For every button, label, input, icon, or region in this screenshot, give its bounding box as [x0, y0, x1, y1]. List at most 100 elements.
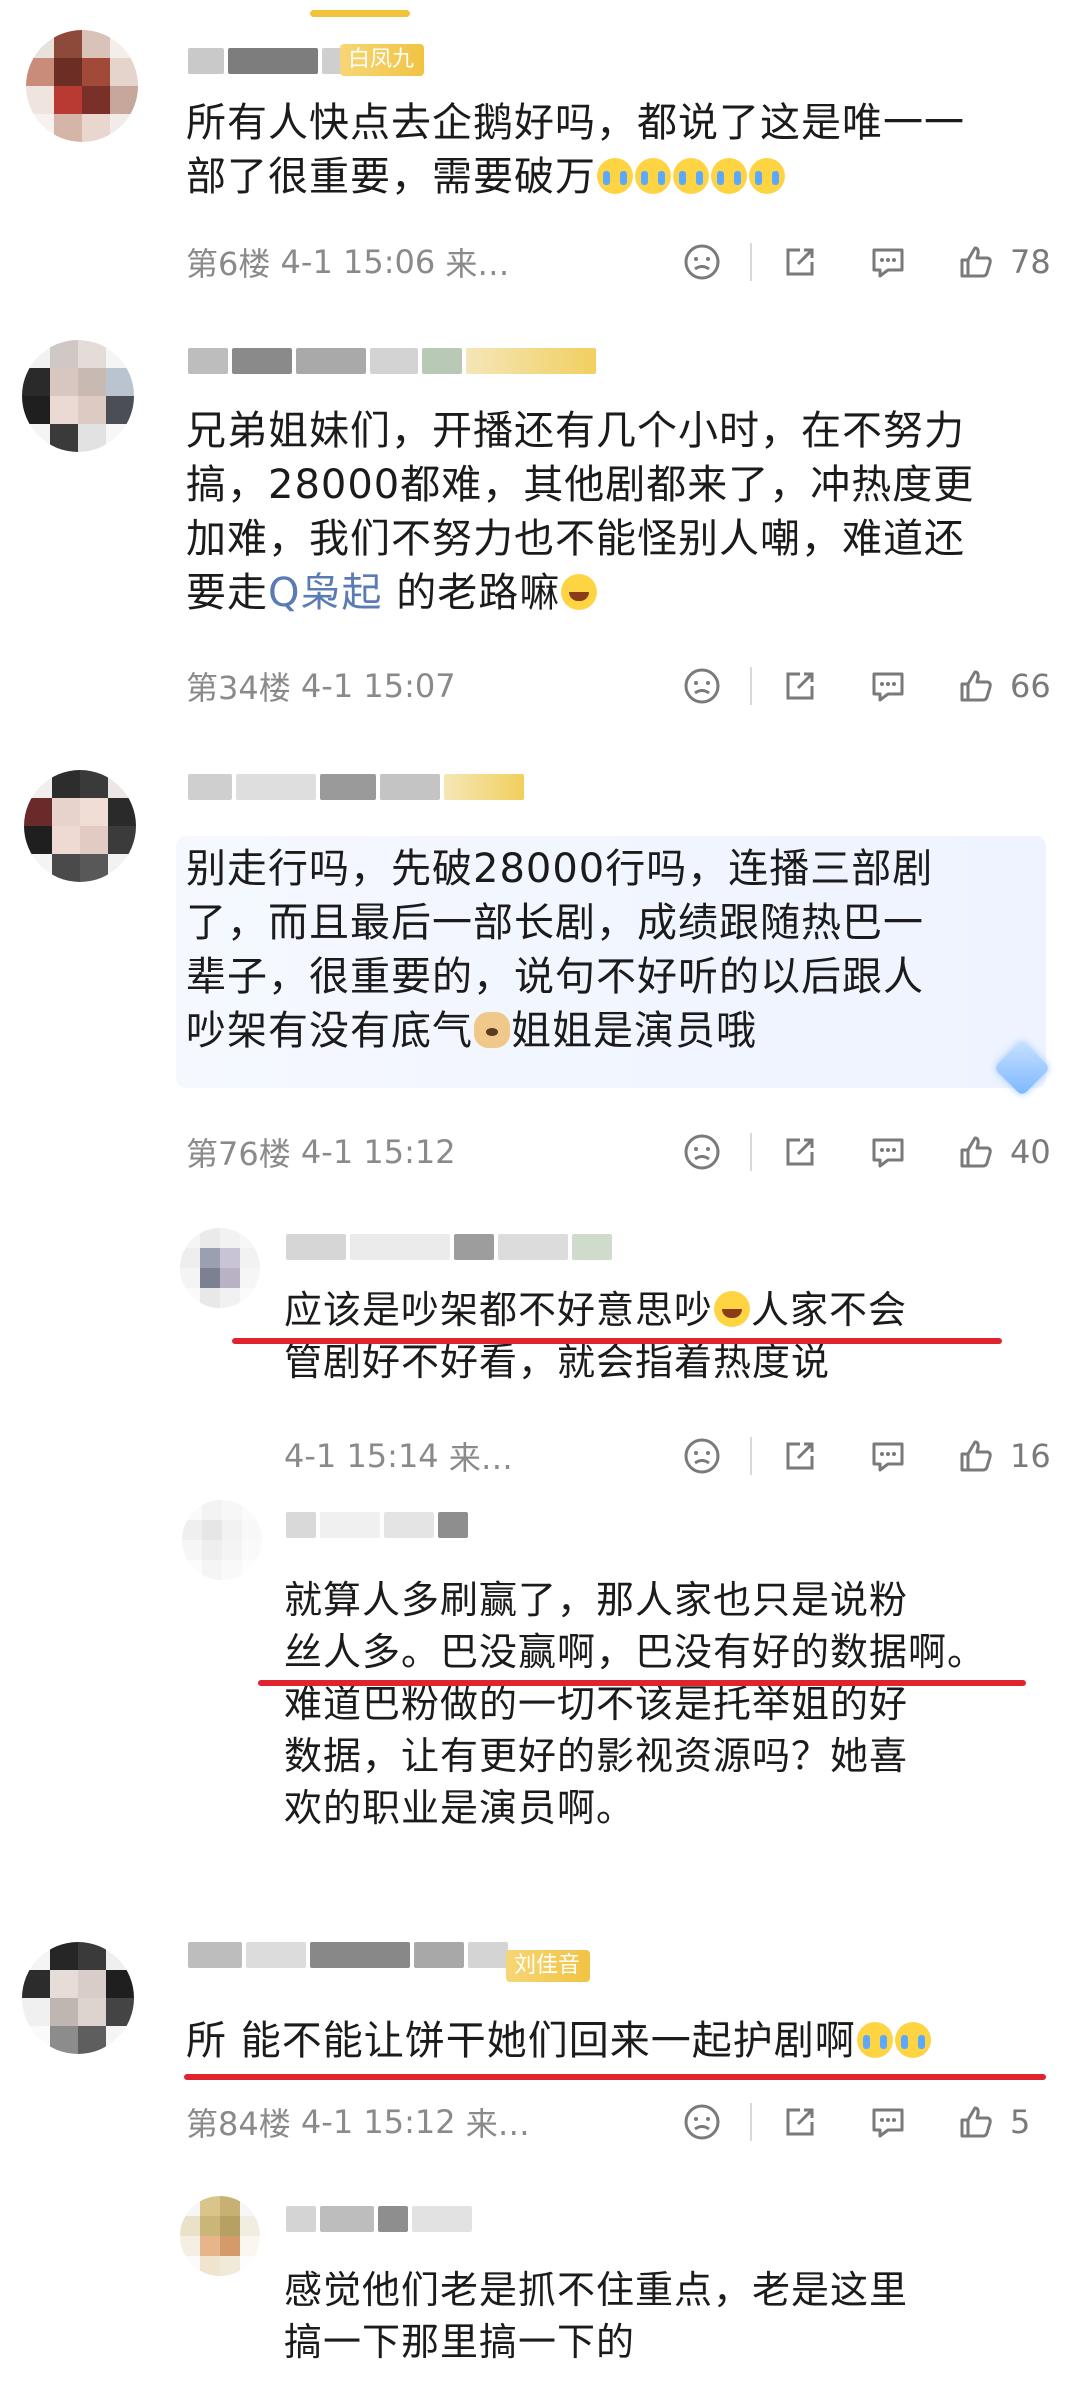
cry-emoji-icon [894, 2022, 931, 2058]
thumbs-up-icon [960, 670, 992, 702]
red-underline-annotation [232, 1338, 1002, 1344]
share-button[interactable] [780, 666, 820, 706]
text-run: 所 能不能让饼干她们回来一起护剧啊 [186, 2018, 856, 2064]
floor-number: 第76楼 [186, 1135, 291, 1173]
comment-meta: 第34楼 4-1 15:07 [186, 664, 456, 708]
username-redacted[interactable] [188, 346, 596, 376]
username-redacted[interactable] [188, 772, 524, 802]
timestamp: 4-1 15:06 [280, 243, 436, 281]
emoji-react-button[interactable] [682, 1132, 722, 1172]
reply-text: 应该是吵架都不好意思吵 人家不会 管剧好不好看，就会指着热度说 [284, 1284, 907, 1388]
reply-actions: 16 [682, 1434, 1054, 1478]
text-run: 就算人多刷赢了，那人家也只是说粉 [284, 1578, 909, 1622]
share-button[interactable] [780, 242, 820, 282]
avatar[interactable] [182, 1500, 262, 1580]
like-count: 16 [1010, 1437, 1051, 1475]
share-icon [786, 248, 814, 276]
cry-emoji-icon [749, 158, 785, 194]
share-button[interactable] [780, 2102, 820, 2142]
red-underline-annotation [258, 1680, 1026, 1686]
like-button[interactable]: 16 [956, 1436, 1054, 1476]
comment-text: 别走行吗，先破28000行吗，连播三部剧 了，而且最后一部长剧，成绩跟随热巴一 辈子… [186, 842, 933, 1058]
reply-button[interactable] [868, 1132, 908, 1172]
username-redacted[interactable] [286, 1232, 612, 1262]
text-line: 辈子，很重要的，说句不好听的以后跟人 [186, 950, 933, 1004]
text-line: 欢的职业是演员啊。 [284, 1782, 986, 1834]
smiley-icon [684, 1438, 720, 1474]
emoji-react-button[interactable] [682, 242, 722, 282]
share-icon [786, 1442, 814, 1470]
text-run: 别走行吗，先破28000行吗，连播三部剧 [186, 846, 934, 892]
text-run: 搞，28000都难，其他剧都来了，冲热度更 [186, 462, 975, 508]
comment-text: 所有人快点去企鹅好吗，都说了这是唯一一 部了很重要，需要破万 [186, 96, 965, 204]
emoji-react-button[interactable] [682, 2102, 722, 2142]
like-button[interactable]: 78 [956, 242, 1054, 282]
reply-meta: 4-1 15:14 来… [284, 1434, 513, 1478]
like-button[interactable]: 66 [956, 666, 1054, 706]
text-line: 所有人快点去企鹅好吗，都说了这是唯一一 [186, 96, 965, 150]
share-icon [786, 672, 814, 700]
text-run: 应该是吵架都不好意思吵 [284, 1288, 714, 1332]
reply-button[interactable] [868, 666, 908, 706]
floor-number: 第84楼 [186, 2105, 291, 2143]
divider [750, 1437, 752, 1475]
text-run: 的老路嘛 [382, 570, 561, 616]
source-label: 来… [448, 1439, 513, 1477]
text-line: 搞，28000都难，其他剧都来了，冲热度更 [186, 458, 974, 512]
comment-icon [872, 2108, 904, 2138]
comment-icon [872, 1138, 904, 1168]
source-label: 来… [465, 2105, 530, 2143]
floor-number: 第6楼 [186, 245, 271, 283]
text-line: 应该是吵架都不好意思吵 人家不会 [284, 1284, 907, 1336]
text-run: 数据，让有更好的影视资源吗？她喜 [284, 1734, 909, 1778]
avatar[interactable] [24, 770, 136, 882]
drag-handle[interactable] [310, 10, 410, 17]
timestamp: 4-1 15:07 [300, 667, 456, 705]
topic-link[interactable]: Q枭起 [268, 570, 382, 616]
username-redacted[interactable] [286, 1510, 468, 1540]
like-button[interactable]: 40 [956, 1132, 1054, 1172]
divider [750, 1133, 752, 1171]
comment-meta: 第84楼 4-1 15:12 来… [186, 2100, 530, 2144]
share-button[interactable] [780, 1436, 820, 1476]
text-run: 部了很重要，需要破万 [186, 154, 596, 200]
smiley-icon [684, 668, 720, 704]
text-run: 所有人快点去企鹅好吗，都说了这是唯一一 [186, 100, 965, 146]
text-run: 要走 [186, 570, 268, 616]
source-label: 来… [445, 245, 510, 283]
emoji-react-button[interactable] [682, 666, 722, 706]
text-line: 吵架有没有底气 姐姐是演员哦 [186, 1004, 933, 1058]
text-line: 加难，我们不努力也不能怪别人嘲，难道还 [186, 512, 974, 566]
red-underline-annotation [184, 2074, 1046, 2080]
avatar[interactable] [180, 2196, 260, 2276]
share-button[interactable] [780, 1132, 820, 1172]
cry-emoji-icon [597, 158, 633, 194]
username-redacted[interactable] [286, 2204, 472, 2234]
smiley-icon [684, 1134, 720, 1170]
reply-button[interactable] [868, 2102, 908, 2142]
thumbs-up-icon [960, 2106, 992, 2138]
thumbs-up-icon [960, 1136, 992, 1168]
avatar[interactable] [26, 30, 138, 142]
text-line: 所 能不能让饼干她们回来一起护剧啊 [186, 2014, 932, 2068]
fan-badge[interactable]: 白凤九 [340, 44, 425, 76]
comment-actions: 78 [682, 240, 1054, 284]
share-icon [786, 1138, 814, 1166]
emoji-react-button[interactable] [682, 1436, 722, 1476]
thumbs-up-icon [960, 1440, 992, 1472]
text-line: 数据，让有更好的影视资源吗？她喜 [284, 1730, 986, 1782]
avatar[interactable] [22, 1942, 134, 2054]
avatar[interactable] [22, 340, 134, 452]
avatar[interactable] [180, 1228, 260, 1308]
cry-emoji-icon [711, 158, 747, 194]
text-line: 就算人多刷赢了，那人家也只是说粉 [284, 1574, 986, 1626]
text-run: 姐姐是演员哦 [511, 1008, 757, 1054]
timestamp: 4-1 15:12 [300, 1133, 456, 1171]
reply-button[interactable] [868, 1436, 908, 1476]
like-button[interactable]: 5 [956, 2102, 1054, 2142]
reply-button[interactable] [868, 242, 908, 282]
fan-badge[interactable]: 刘佳音 [506, 1950, 591, 1982]
username-redacted[interactable] [188, 1940, 508, 1970]
text-line: 丝人多。巴没赢啊，巴没有好的数据啊。 [284, 1626, 986, 1678]
text-line: 要走Q枭起 的老路嘛 [186, 566, 974, 620]
